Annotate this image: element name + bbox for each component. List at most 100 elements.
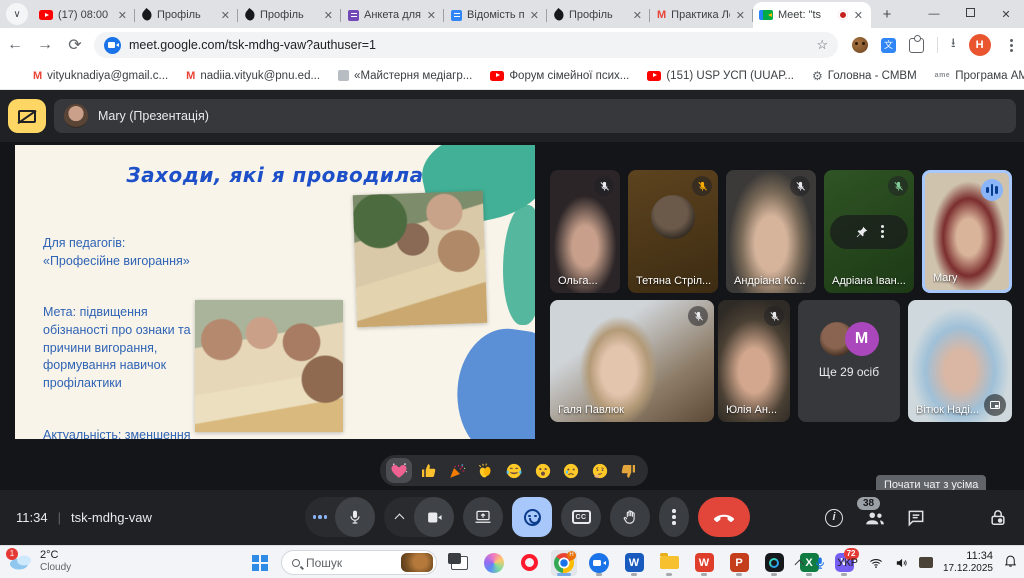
close-icon[interactable]: ✕: [323, 9, 334, 22]
tab-profile-2[interactable]: Профіль✕: [238, 2, 341, 28]
bookmark-amie[interactable]: ameПрограма AMiE для...: [926, 70, 1024, 82]
participant-tile[interactable]: Галя Павлюк: [550, 300, 714, 422]
start-button[interactable]: [246, 550, 272, 576]
reload-button[interactable]: ⟳: [60, 35, 90, 55]
keyboard-language[interactable]: УКР: [837, 557, 858, 569]
bookmark-maisternia[interactable]: «Майстерня медіагр...: [329, 70, 481, 82]
close-icon[interactable]: ✕: [632, 9, 643, 22]
pin-icon[interactable]: [855, 225, 869, 239]
raise-hand-button[interactable]: [610, 497, 650, 537]
reaction-clapping-hands-button[interactable]: [472, 458, 498, 483]
reaction-thinking-button[interactable]: [587, 458, 613, 483]
host-controls-button[interactable]: [986, 506, 1010, 530]
reaction-sparkling-heart-button[interactable]: [386, 458, 412, 483]
opera-app[interactable]: [516, 550, 542, 576]
participant-tile[interactable]: Ольга...: [550, 170, 620, 293]
browser-menu-icon[interactable]: [1010, 44, 1013, 47]
reaction-party-popper-button[interactable]: [444, 458, 470, 483]
participants-button[interactable]: 38: [863, 506, 887, 530]
reactions-toggle-button[interactable]: [512, 497, 552, 537]
tab-sheet[interactable]: Відомість пр✕: [444, 2, 547, 28]
close-icon[interactable]: ✕: [529, 9, 540, 22]
bookmark-gmail-2[interactable]: nadiia.vityuk@pnu.ed...: [177, 70, 329, 82]
more-options-button[interactable]: [659, 497, 689, 537]
word-app[interactable]: W: [621, 550, 647, 576]
zoom-app[interactable]: [586, 550, 612, 576]
bookmark-star-icon[interactable]: ☆: [816, 37, 828, 53]
presenter-banner[interactable]: Mary (Презентація): [54, 99, 1016, 133]
new-tab-button[interactable]: +: [875, 2, 899, 26]
tab-profile-3[interactable]: Профіль✕: [547, 2, 650, 28]
activities-button[interactable]: [945, 506, 969, 530]
close-icon[interactable]: ✕: [220, 9, 231, 22]
meeting-details-button[interactable]: i: [822, 506, 846, 530]
tray-app-icon[interactable]: [919, 557, 933, 568]
notifications-bell-icon[interactable]: [1003, 553, 1018, 573]
webex-app[interactable]: [761, 550, 787, 576]
camera-permission-icon[interactable]: [104, 37, 121, 54]
present-screen-button[interactable]: [463, 497, 503, 537]
speaker-icon[interactable]: [894, 556, 909, 570]
task-view-button[interactable]: [446, 550, 472, 576]
address-bar[interactable]: meet.google.com/tsk-mdhg-vaw?authuser=1 …: [94, 32, 838, 58]
picture-in-picture-icon[interactable]: [984, 394, 1006, 416]
participant-tile[interactable]: Тетяна Стріл...: [628, 170, 718, 293]
camera-button[interactable]: [414, 497, 454, 537]
close-icon[interactable]: ✕: [117, 9, 128, 22]
tab-gmail[interactable]: Практика Ло✕: [650, 2, 753, 28]
tab-form[interactable]: Анкета для с✕: [341, 2, 444, 28]
close-icon[interactable]: ✕: [426, 9, 437, 22]
owl-extension-icon[interactable]: [852, 37, 868, 53]
wps-app[interactable]: W: [691, 550, 717, 576]
audio-settings-dots-icon[interactable]: [305, 515, 335, 519]
tab-search-button[interactable]: ∨: [6, 3, 28, 25]
bookmark-usp[interactable]: (151) USP УСП (UUAP...: [638, 70, 803, 82]
leave-call-button[interactable]: [698, 497, 750, 537]
participant-tile[interactable]: Юлія Ан...: [718, 300, 790, 422]
chat-button[interactable]: [904, 506, 928, 530]
bookmark-forum[interactable]: Форум сімейної псих...: [481, 70, 638, 82]
more-participants-tile[interactable]: M Ще 29 осіб: [798, 300, 900, 422]
presentation-paused-button[interactable]: [8, 99, 46, 133]
tray-mic-icon[interactable]: [813, 556, 827, 570]
hidden-icons-chevron[interactable]: [795, 559, 805, 569]
downloads-icon[interactable]: ⭳: [951, 34, 956, 56]
participant-tile-speaking[interactable]: Mary: [922, 170, 1012, 293]
taskbar-search[interactable]: Пошук: [281, 550, 437, 575]
close-window-button[interactable]: ✕: [988, 8, 1024, 21]
reaction-thumbs-down-button[interactable]: [616, 458, 642, 483]
tab-youtube[interactable]: (17) 08:00 | Б✕: [32, 2, 135, 28]
tab-meet-active[interactable]: Meet: "ts✕: [753, 2, 871, 28]
participant-tile[interactable]: Андріана Ко...: [726, 170, 816, 293]
powerpoint-app[interactable]: P: [726, 550, 752, 576]
back-button[interactable]: ←: [0, 36, 30, 54]
more-options-icon[interactable]: [881, 230, 884, 233]
wifi-icon[interactable]: [868, 556, 884, 570]
camera-control[interactable]: [384, 497, 454, 537]
minimize-button[interactable]: —: [916, 8, 952, 20]
mic-control[interactable]: [305, 497, 375, 537]
translate-icon[interactable]: [881, 38, 896, 53]
close-icon[interactable]: ✕: [735, 9, 746, 22]
extensions-puzzle-icon[interactable]: [909, 38, 924, 53]
forward-button[interactable]: →: [30, 36, 60, 54]
reaction-crying-button[interactable]: [558, 458, 584, 483]
participant-tile[interactable]: Адріана Іван...: [824, 170, 914, 293]
bookmark-gmail-1[interactable]: vityuknadiya@gmail.c...: [24, 70, 177, 82]
camera-options-chevron-icon[interactable]: [384, 512, 414, 522]
tray-clock[interactable]: 11:34 17.12.2025: [943, 550, 993, 575]
chrome-app[interactable]: H: [551, 550, 577, 576]
reaction-thumbs-up-button[interactable]: [415, 458, 441, 483]
reaction-laughing-button[interactable]: [501, 458, 527, 483]
captions-button[interactable]: [561, 497, 601, 537]
url-text[interactable]: meet.google.com/tsk-mdhg-vaw?authuser=1: [129, 38, 808, 52]
bookmark-smvm[interactable]: ⚙Головна - СМВМ: [803, 69, 926, 83]
close-icon[interactable]: ✕: [853, 9, 864, 22]
participant-tile[interactable]: Вітюк Наді...: [908, 300, 1012, 422]
tile-hover-controls[interactable]: [830, 215, 908, 249]
mic-button[interactable]: [335, 497, 375, 537]
tab-profile-1[interactable]: Профіль✕: [135, 2, 238, 28]
maximize-button[interactable]: [952, 8, 988, 20]
profile-avatar[interactable]: H: [969, 34, 991, 56]
weather-widget[interactable]: 1 2°C Cloudy: [8, 549, 71, 573]
